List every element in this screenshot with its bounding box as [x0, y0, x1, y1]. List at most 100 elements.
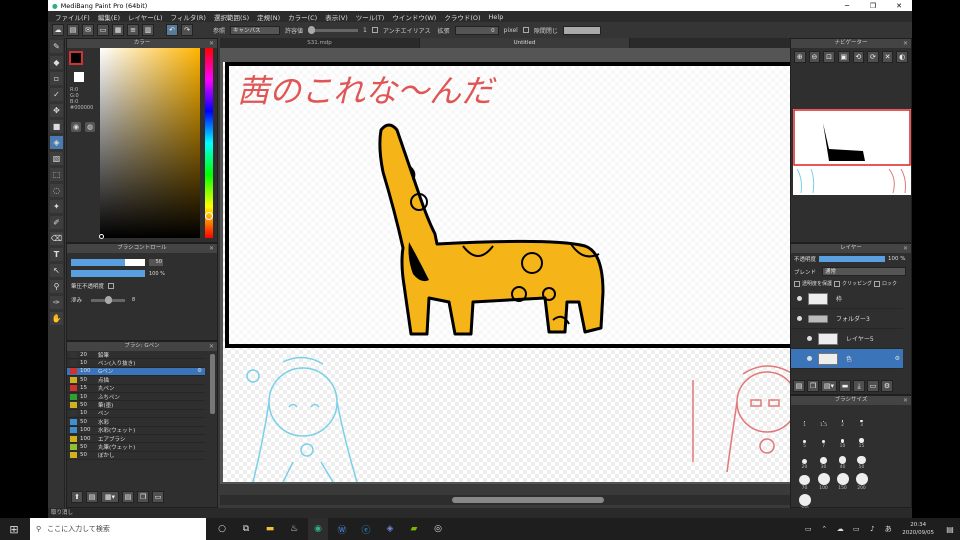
edge-icon[interactable]: ⓔ	[356, 518, 376, 540]
saturation-brightness-picker[interactable]	[100, 48, 200, 238]
word-icon[interactable]: Ⓦ	[332, 518, 352, 540]
ref-select[interactable]: キャンバス	[230, 25, 281, 35]
zoom-in-icon[interactable]: ⊕	[794, 51, 806, 63]
select-pen-tool-icon[interactable]: ✐	[50, 216, 63, 229]
operation-tool-icon[interactable]: ↖	[50, 264, 63, 277]
brush-list-item[interactable]: 10 ふちペン	[67, 393, 205, 402]
close-icon[interactable]: ✕	[209, 244, 214, 253]
windows-start-icon[interactable]: ⊞	[2, 518, 26, 540]
task-view-icon[interactable]: ⧉	[236, 518, 256, 540]
menu-help[interactable]: Help	[485, 13, 508, 21]
dot-tool-icon[interactable]: ▫	[50, 72, 63, 85]
layer-row[interactable]: フォルダー3	[791, 309, 903, 329]
close-icon[interactable]: ✕	[903, 244, 908, 253]
brush-menu-icon[interactable]: ▦▾	[101, 491, 119, 503]
brush-list-item[interactable]: 100 エアブラシ	[67, 435, 205, 444]
steam-icon[interactable]: ♨	[284, 518, 304, 540]
layer-row[interactable]: 枠	[791, 289, 903, 309]
blend-select[interactable]: 通常	[822, 267, 907, 276]
menu-color[interactable]: カラー(C)	[284, 12, 321, 22]
brush-list-item[interactable]: 50 点描	[67, 376, 205, 385]
grid-icon[interactable]: ▥	[142, 24, 154, 36]
brush-size-preset[interactable]: 30	[814, 449, 833, 470]
brush-size-value[interactable]: 50	[149, 259, 163, 266]
taskbar-search[interactable]: ⚲ ここに入力して検索	[30, 518, 206, 540]
undo-icon[interactable]: ↶	[166, 24, 178, 36]
antialias-checkbox[interactable]	[371, 27, 378, 33]
slider-handle[interactable]	[308, 25, 316, 34]
brush-size-slider[interactable]	[71, 259, 145, 266]
taskbar-clock[interactable]: 20:34 2020/09/05	[902, 521, 934, 537]
bucket-tool-icon[interactable]: ◈	[50, 136, 63, 149]
menu-window[interactable]: ウインドウ(W)	[388, 12, 440, 22]
brush-list-item[interactable]: 100 水彩(ウェット)	[67, 427, 205, 435]
background-swatch[interactable]	[74, 72, 84, 82]
tray-expand-icon[interactable]: ⌃	[818, 518, 830, 540]
fill-shape-tool-icon[interactable]: ■	[50, 120, 63, 133]
new-file-icon[interactable]: ▤	[67, 24, 79, 36]
brush-size-preset[interactable]: 1.5	[814, 407, 833, 428]
scroll-thumb[interactable]	[452, 497, 604, 503]
color-palette-toggle[interactable]: ◍	[85, 122, 95, 132]
slider-handle[interactable]	[105, 295, 113, 304]
brush-size-preset[interactable]: 50	[852, 449, 871, 470]
lock-checkbox[interactable]	[874, 280, 881, 287]
reset-view-icon[interactable]: ◐	[896, 51, 908, 63]
brush-copy-icon[interactable]: ❐	[137, 491, 149, 503]
brush-size-preset[interactable]: 70	[795, 470, 814, 491]
visibility-icon[interactable]	[797, 296, 802, 301]
menu-cloud[interactable]: クラウド(O)	[440, 12, 484, 22]
layer-add-menu-icon[interactable]: ▤▾	[821, 380, 837, 392]
lasso-tool-icon[interactable]: ◌	[50, 184, 63, 197]
brush-add-icon[interactable]: ▤	[86, 491, 98, 503]
fit-icon[interactable]: ⊡	[823, 51, 835, 63]
color-wheel-toggle[interactable]: ◉	[71, 122, 81, 132]
brush-size-preset[interactable]: 20	[795, 449, 814, 470]
close-icon[interactable]: ✕	[886, 2, 912, 10]
tolerance-slider[interactable]	[308, 25, 359, 34]
brush-size-preset[interactable]: 10	[833, 428, 852, 449]
flip-icon[interactable]: ✕	[881, 51, 894, 63]
tray-ime-icon[interactable]: あ	[882, 518, 894, 540]
redo-icon[interactable]: ↷	[181, 24, 193, 36]
menu-edit[interactable]: 編集(E)	[94, 12, 124, 22]
brush-size-preset[interactable]: 200	[852, 470, 871, 491]
obs-icon[interactable]: ◎	[428, 518, 448, 540]
brush-delete-icon[interactable]: ▭	[152, 491, 164, 503]
brush-opacity-slider[interactable]	[71, 270, 145, 277]
select-tool-icon[interactable]: ⬚	[50, 168, 63, 181]
brush-list-item[interactable]: 15 丸ペン	[67, 385, 205, 393]
menu-select[interactable]: 選択範囲(S)	[210, 12, 253, 22]
brush-list-item[interactable]: 50 ぼかし	[67, 452, 205, 461]
tray-volume-icon[interactable]: ♪	[866, 518, 878, 540]
notification-icon[interactable]: ▤	[942, 518, 958, 540]
delete-layer-icon[interactable]: ▭	[867, 380, 879, 392]
clipping-checkbox[interactable]	[834, 280, 841, 287]
brush-list-scrollbar[interactable]	[210, 354, 215, 414]
hand-tool-icon[interactable]: ✋	[50, 312, 63, 325]
close-icon[interactable]: ✕	[209, 342, 214, 351]
list-icon[interactable]: ≡	[127, 24, 139, 36]
tray-network-icon[interactable]: ▭	[850, 518, 862, 540]
material-icon[interactable]: ▦	[112, 24, 124, 36]
zoom-out-icon[interactable]: ⊖	[808, 51, 821, 63]
brush-list-item[interactable]: 10 ペン(入り抜き)	[67, 359, 205, 368]
brush-list-item[interactable]: 50 丸筆(ウェット)	[67, 443, 205, 452]
divide-tool-icon[interactable]: ✑	[50, 296, 63, 309]
gap-checkbox[interactable]	[522, 27, 529, 33]
brush-edit-icon[interactable]: ▤	[122, 491, 134, 503]
cloud-icon[interactable]: ☁	[52, 24, 64, 36]
hue-handle[interactable]	[205, 212, 213, 220]
tab-untitled[interactable]: Untitled	[420, 38, 630, 48]
blur-slider[interactable]	[91, 295, 126, 304]
eyedropper-tool-icon[interactable]: ⚲	[50, 280, 63, 293]
brush-list-item[interactable]: 20 鉛筆	[67, 351, 205, 360]
protect-alpha-checkbox[interactable]	[794, 280, 800, 287]
brush-upload-icon[interactable]: ⬆	[71, 491, 83, 503]
brush-list-item[interactable]: 10 ペン	[67, 410, 205, 419]
rotate-right-icon[interactable]: ⟳	[867, 51, 879, 63]
check-tool-icon[interactable]: ✓	[50, 88, 63, 101]
menu-layer[interactable]: レイヤー(L)	[124, 12, 167, 22]
file-explorer-icon[interactable]: ▬	[260, 518, 280, 540]
menu-file[interactable]: ファイル(F)	[51, 12, 94, 22]
